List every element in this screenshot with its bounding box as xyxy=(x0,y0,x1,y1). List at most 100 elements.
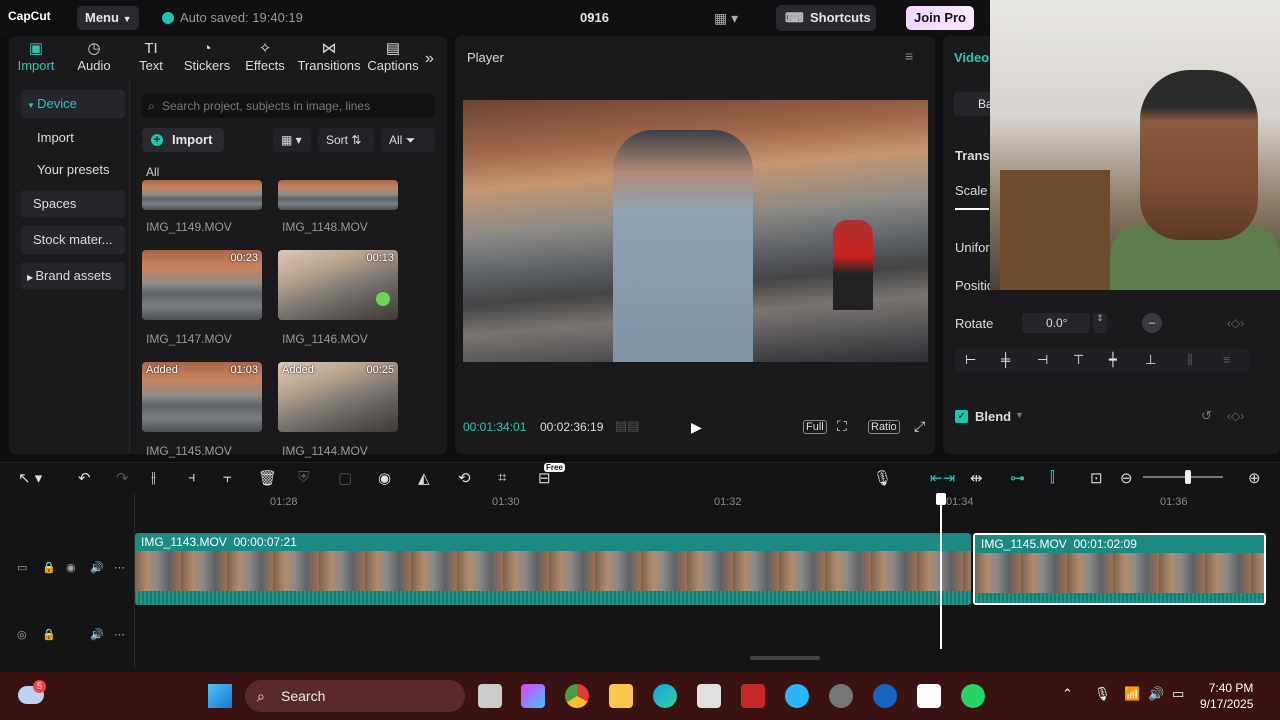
mirror-icon[interactable]: ◭ xyxy=(418,469,430,487)
align-top-icon[interactable]: ⊤ xyxy=(1073,352,1084,368)
timeline-clip-selected[interactable]: IMG_1145.MOV 00:01:02:09 xyxy=(973,533,1266,605)
file-explorer-icon[interactable] xyxy=(609,684,633,708)
sidebar-item-presets[interactable]: Your presets xyxy=(21,156,125,184)
tab-stickers[interactable]: ◔ Stickers xyxy=(183,40,231,73)
rotate-dial[interactable]: – xyxy=(1142,313,1162,333)
play-icon[interactable]: ▶ xyxy=(691,419,702,436)
align-right-icon[interactable]: ⊣ xyxy=(1037,352,1048,368)
scale-tab[interactable]: Scale xyxy=(955,183,988,198)
media-thumbnail[interactable]: 00:23 xyxy=(142,250,262,320)
crop-icon[interactable]: ⌗ xyxy=(498,469,506,486)
magnet-icon[interactable]: ⊶ xyxy=(1010,469,1025,487)
filter-button[interactable]: All ⏷ xyxy=(381,128,435,152)
media-thumbnail[interactable]: 00:13 xyxy=(278,250,398,320)
capcut-taskbar-icon[interactable] xyxy=(917,684,941,708)
preview-axis-icon[interactable]: ⫿ xyxy=(1050,469,1055,486)
more-icon[interactable]: ⋯ xyxy=(114,561,125,574)
microphone-icon[interactable]: 🎙 xyxy=(1094,686,1111,702)
select-tool-icon[interactable]: ↖ ▾ xyxy=(18,469,42,487)
sort-button[interactable]: Sort ⇅ xyxy=(318,128,374,152)
speaker-icon[interactable]: 🔊 xyxy=(90,561,104,574)
media-thumbnail[interactable]: Added 01:03 xyxy=(142,362,262,432)
ratio-button[interactable]: Ratio xyxy=(868,420,900,434)
split-left-icon[interactable]: ⫞ xyxy=(188,469,196,486)
waveform-icon[interactable]: ▤▤ xyxy=(615,418,640,434)
timeline-ruler[interactable] xyxy=(135,493,1280,513)
blend-checkbox[interactable]: ✓ xyxy=(955,410,968,423)
wifi-icon[interactable]: 📶 xyxy=(1124,686,1140,702)
delete-icon[interactable]: 🗑 xyxy=(258,469,277,487)
media-thumbnail[interactable] xyxy=(278,180,398,210)
focus-icon[interactable]: ⛶ xyxy=(837,418,847,435)
undo-icon[interactable]: ↶ xyxy=(78,469,91,487)
video-preview[interactable] xyxy=(463,100,928,362)
cover-icon[interactable]: ▭ xyxy=(17,561,27,574)
taskbar-search[interactable]: ⌕ Search xyxy=(245,680,465,712)
hamburger-icon[interactable]: ≡ xyxy=(905,48,913,64)
tab-transitions[interactable]: ⋈ Transitions xyxy=(296,40,362,73)
microphone-icon[interactable]: 🎙 xyxy=(873,469,892,487)
hp-icon[interactable] xyxy=(873,684,897,708)
sidebar-item-import[interactable]: Import xyxy=(21,124,125,152)
store-icon[interactable] xyxy=(697,684,721,708)
layout-icon[interactable]: ▦ ▾ xyxy=(714,10,738,27)
keyframe-icon[interactable]: ‹◇› xyxy=(1227,409,1244,423)
battery-icon[interactable]: ▭ xyxy=(1172,686,1184,702)
whatsapp-icon[interactable] xyxy=(961,684,985,708)
align-bottom-icon[interactable]: ⊥ xyxy=(1145,352,1156,368)
zoom-out-icon[interactable]: ⊖ xyxy=(1120,469,1133,487)
rotate-stepper[interactable]: ⇕ xyxy=(1093,313,1107,333)
more-icon[interactable]: ⋯ xyxy=(114,628,125,641)
tab-effects[interactable]: ✧ Effects xyxy=(243,40,287,73)
zoom-in-icon[interactable]: ⊕ xyxy=(1248,469,1261,487)
lock-icon[interactable]: 🔒 xyxy=(42,628,56,641)
rotate-input[interactable]: 0.0° xyxy=(1022,313,1090,333)
playhead[interactable] xyxy=(936,493,946,649)
copilot-icon[interactable] xyxy=(521,684,545,708)
taskbar-clock[interactable]: 7:40 PM 9/17/2025 xyxy=(1200,680,1253,712)
project-title[interactable]: 0916 xyxy=(580,10,609,25)
align-center-h-icon[interactable]: ╪ xyxy=(1001,352,1010,367)
speed-icon[interactable]: ◉ xyxy=(378,469,391,487)
speaker-icon[interactable]: 🔊 xyxy=(90,628,104,641)
lock-icon[interactable]: 🔒 xyxy=(42,561,56,574)
audio-track-icon[interactable]: ◎ xyxy=(17,628,27,641)
edge-icon[interactable] xyxy=(653,684,677,708)
align-center-v-icon[interactable]: ┿ xyxy=(1109,352,1117,368)
chrome-icon[interactable] xyxy=(565,684,589,708)
windows-start-icon[interactable] xyxy=(208,684,232,708)
rotate-icon[interactable]: ⟲ xyxy=(458,469,471,487)
media-thumbnail[interactable]: Added 00:25 xyxy=(278,362,398,432)
sidebar-item-spaces[interactable]: Spaces xyxy=(21,190,125,218)
view-toggle-button[interactable]: ▦ ▾ xyxy=(273,128,311,152)
tab-audio[interactable]: ◷ Audio xyxy=(75,40,113,73)
settings-icon[interactable] xyxy=(829,684,853,708)
sidebar-item-brand[interactable]: ▶ Brand assets xyxy=(21,262,125,290)
tab-captions[interactable]: ▤ Captions xyxy=(367,40,419,73)
chevron-down-icon[interactable]: ▼ xyxy=(1015,410,1024,420)
zoom-slider-handle[interactable] xyxy=(1185,470,1191,484)
tab-import[interactable]: ▣ Import xyxy=(17,40,55,73)
chevron-up-icon[interactable]: ⌃ xyxy=(1062,686,1073,702)
eye-icon[interactable]: ◉ xyxy=(66,561,76,574)
media-search-input[interactable]: ⌕ Search project, subjects in image, lin… xyxy=(142,94,435,118)
keyframe-icon[interactable]: ‹◇› xyxy=(1227,316,1244,330)
sidebar-item-stock[interactable]: Stock mater... xyxy=(21,226,125,254)
import-button[interactable]: + Import xyxy=(142,128,224,152)
join-pro-button[interactable]: Join Pro xyxy=(906,6,974,30)
split-right-icon[interactable]: ⫟ xyxy=(223,469,232,486)
fullscreen-icon[interactable]: ⤢ xyxy=(914,418,925,435)
zoom-slider[interactable] xyxy=(1143,470,1223,484)
volume-icon[interactable]: 🔊 xyxy=(1148,686,1164,702)
timeline-clip[interactable]: IMG_1143.MOV 00:00:07:21 xyxy=(135,533,971,605)
help-icon[interactable] xyxy=(785,684,809,708)
snap-icon[interactable]: ⇹ xyxy=(970,469,983,487)
align-left-icon[interactable]: ⊢ xyxy=(965,352,976,368)
task-view-icon[interactable] xyxy=(478,684,502,708)
full-quality-button[interactable]: Full xyxy=(803,420,827,434)
reset-icon[interactable]: ↺ xyxy=(1201,408,1212,424)
screenshot-icon[interactable]: ⊡ xyxy=(1090,469,1103,487)
shortcuts-button[interactable]: ⌨ Shortcuts xyxy=(776,5,876,31)
sidebar-item-device[interactable]: ▼ Device xyxy=(21,90,125,118)
horizontal-scrollbar[interactable] xyxy=(750,656,820,660)
